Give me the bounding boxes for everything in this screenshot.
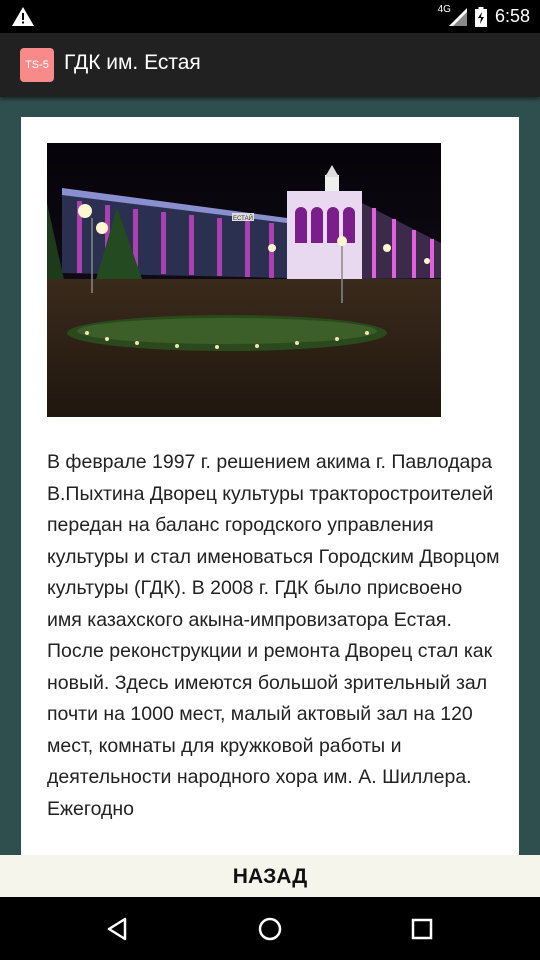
status-bar: 4G 6:58 <box>0 0 540 33</box>
page-title: ГДК им. Естая <box>64 51 201 74</box>
back-icon[interactable] <box>103 914 133 944</box>
article-text: В феврале 1997 г. решением акима г. Павл… <box>47 451 500 820</box>
back-button[interactable]: НАЗАД <box>0 855 540 897</box>
clock: 6:58 <box>494 6 530 26</box>
status-icons: 4G 6:58 <box>428 0 530 33</box>
warning-icon <box>12 7 34 26</box>
content-card[interactable]: ЕСТАЙ В феврале 1997 г. решением акима г… <box>21 117 519 857</box>
battery-icon <box>474 6 487 27</box>
app-icon: TS-5 <box>20 48 54 82</box>
navigation-bar <box>0 897 540 960</box>
home-icon[interactable] <box>255 914 285 944</box>
photo-sign: ЕСТАЙ <box>233 214 253 222</box>
palace-photo: ЕСТАЙ <box>47 143 441 417</box>
signal-icon <box>448 7 467 26</box>
network-label: 4G <box>437 4 451 15</box>
recents-icon[interactable] <box>407 914 437 944</box>
app-bar: TS-5 ГДК им. Естая <box>0 33 540 97</box>
